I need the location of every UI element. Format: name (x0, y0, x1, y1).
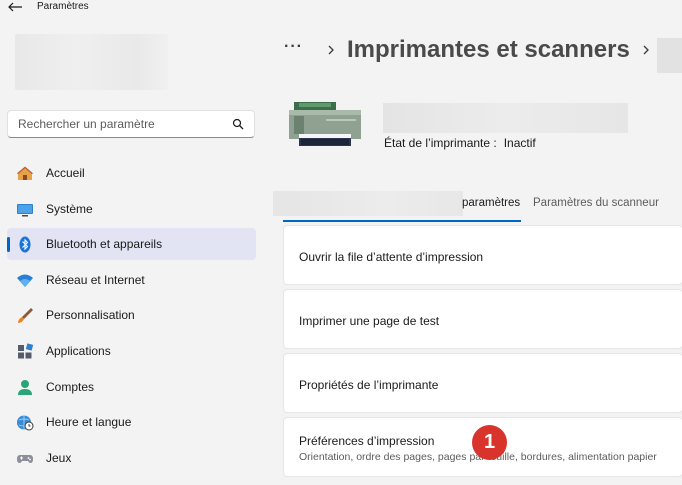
sidebar-item-jeux[interactable]: Jeux (7, 442, 256, 474)
sidebar-item-label: Personnalisation (46, 308, 135, 323)
page-title: Imprimantes et scanners (347, 36, 630, 63)
chevron-right-icon (643, 45, 649, 55)
card-title: Imprimer une page de test (299, 314, 440, 328)
print-test-page-card[interactable]: Imprimer une page de test (283, 289, 682, 349)
breadcrumb-printer-name-blurred (657, 38, 682, 73)
open-print-queue-card[interactable]: Ouvrir la file d’attente d’impression (283, 225, 682, 285)
printer-name-blurred (383, 103, 628, 133)
sidebar-item-label: Bluetooth et appareils (46, 237, 163, 252)
printer-properties-card[interactable]: Propriétés de l’imprimante (283, 353, 682, 413)
sidebar-nav: Accueil Système Bluetooth et appareils R… (7, 157, 256, 477)
card-title: Propriétés de l’imprimante (299, 378, 439, 392)
sidebar-item-label: Applications (46, 343, 111, 358)
sidebar-item-label: Réseau et Internet (46, 272, 145, 287)
sidebar-item-label: Comptes (46, 379, 95, 394)
system-icon (17, 203, 33, 217)
sidebar-item-accueil[interactable]: Accueil (7, 157, 256, 189)
bluetooth-icon (19, 236, 31, 253)
user-profile-blurred (15, 34, 168, 90)
sidebar-item-label: Jeux (46, 450, 72, 465)
sidebar-item-bluetooth[interactable]: Bluetooth et appareils (7, 228, 256, 261)
card-title: Préférences d’impression (299, 434, 435, 448)
account-icon (18, 379, 32, 395)
sidebar-item-label: Accueil (46, 166, 85, 180)
printer-status-label: État de l’imprimante : (384, 136, 497, 150)
sidebar-item-label: Heure et langue (46, 415, 132, 430)
active-tab-indicator (283, 220, 521, 222)
printer-status-value: Inactif (503, 136, 536, 150)
brush-icon (18, 308, 33, 324)
chevron-right-icon (328, 45, 334, 55)
back-arrow-icon[interactable] (6, 1, 24, 13)
title-bar: Paramètres (0, 0, 682, 16)
search-icon[interactable] (232, 118, 244, 130)
printer-status: État de l’imprimante : Inactif (384, 136, 536, 150)
apps-icon (18, 343, 34, 359)
step-number-badge: 1 (472, 425, 507, 460)
sidebar-item-systeme[interactable]: Système (7, 193, 256, 225)
sidebar-item-comptes[interactable]: Comptes (7, 371, 256, 403)
wifi-icon (17, 274, 33, 287)
printer-icon (289, 102, 361, 146)
gamepad-icon (17, 454, 33, 463)
tab-scanner-settings[interactable]: Paramètres du scanneur (533, 197, 659, 209)
home-icon (17, 166, 33, 180)
breadcrumb-more-button[interactable]: ··· (284, 38, 314, 56)
clock-globe-icon (17, 415, 34, 431)
tab-label-blurred (273, 191, 463, 216)
search-input[interactable] (18, 111, 223, 137)
sidebar-item-reseau[interactable]: Réseau et Internet (7, 264, 256, 296)
sidebar-item-label: Système (46, 201, 93, 216)
search-box[interactable] (7, 110, 255, 138)
app-title: Paramètres (37, 1, 89, 12)
sidebar-item-applications[interactable]: Applications (7, 335, 256, 367)
card-title: Ouvrir la file d’attente d’impression (299, 250, 484, 264)
sidebar-item-personnalisation[interactable]: Personnalisation (7, 299, 256, 331)
sidebar-item-heure-langue[interactable]: Heure et langue (7, 406, 256, 438)
tab-printer-settings[interactable]: paramètres (462, 197, 520, 209)
